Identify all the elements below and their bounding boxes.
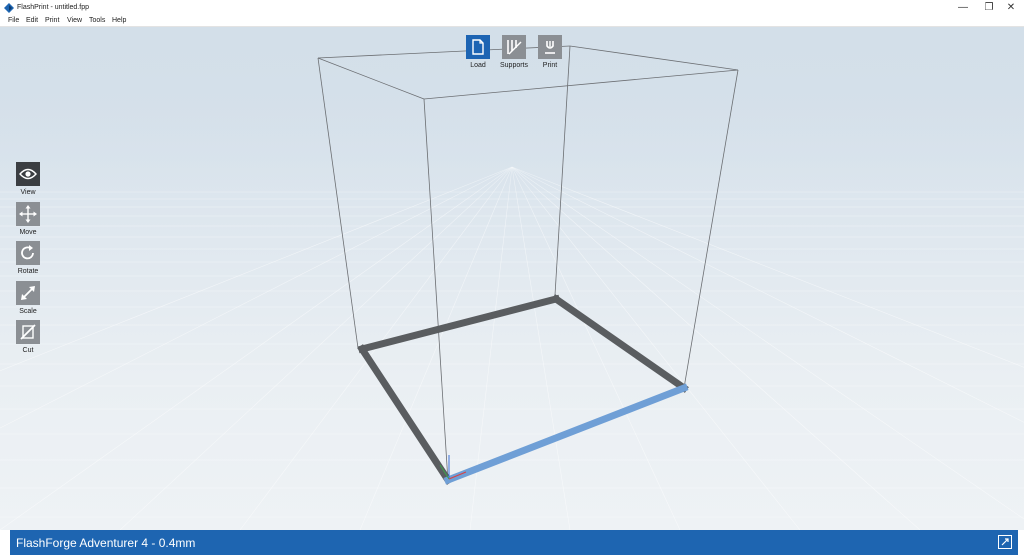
print-icon bbox=[545, 41, 555, 54]
flashprint-logo-icon bbox=[4, 3, 14, 13]
rotate-tool-button[interactable]: Rotate bbox=[8, 241, 48, 276]
print-label: Print bbox=[542, 62, 558, 69]
menu-help[interactable]: Help bbox=[112, 16, 126, 26]
build-volume-scene bbox=[0, 27, 1024, 530]
menu-edit[interactable]: Edit bbox=[26, 16, 38, 26]
menu-print[interactable]: Print bbox=[45, 16, 59, 26]
cut-tool-button[interactable]: Cut bbox=[8, 320, 48, 355]
print-button[interactable]: Print bbox=[530, 35, 570, 70]
scale-icon bbox=[21, 286, 35, 300]
load-button[interactable]: Load bbox=[458, 35, 498, 70]
file-icon bbox=[472, 39, 484, 55]
scale-tool-button[interactable]: Scale bbox=[8, 281, 48, 316]
rotate-tool-label: Rotate bbox=[17, 268, 39, 275]
title-bar: FlashPrint - untitled.fpp — ❐ ✕ bbox=[0, 0, 1024, 16]
view-tool-label: View bbox=[20, 189, 36, 196]
cut-icon bbox=[20, 324, 36, 340]
link-icon[interactable] bbox=[998, 535, 1012, 549]
eye-icon bbox=[19, 168, 37, 180]
view-tool-button[interactable]: View bbox=[8, 162, 48, 197]
window-title: FlashPrint - untitled.fpp bbox=[17, 4, 89, 11]
supports-label: Supports bbox=[499, 62, 529, 69]
menu-view[interactable]: View bbox=[67, 16, 82, 26]
close-button[interactable]: ✕ bbox=[998, 0, 1024, 16]
cut-tool-label: Cut bbox=[22, 347, 34, 354]
scale-tool-label: Scale bbox=[19, 308, 37, 315]
menu-tools[interactable]: Tools bbox=[89, 16, 105, 26]
move-tool-button[interactable]: Move bbox=[8, 202, 48, 237]
minimize-button[interactable]: — bbox=[950, 0, 976, 16]
printer-name: FlashForge Adventurer 4 - 0.4mm bbox=[16, 536, 196, 550]
move-arrows-icon bbox=[19, 205, 37, 223]
rotate-icon bbox=[21, 245, 34, 260]
move-tool-label: Move bbox=[19, 229, 37, 236]
3d-viewport[interactable]: Load Supports Print View Move Rotate Sca… bbox=[0, 27, 1024, 530]
menu-file[interactable]: File bbox=[8, 16, 19, 26]
supports-icon bbox=[507, 40, 522, 55]
menu-bar: File Edit Print View Tools Help bbox=[0, 16, 1024, 27]
status-bar: FlashForge Adventurer 4 - 0.4mm bbox=[10, 530, 1018, 555]
load-label: Load bbox=[470, 62, 486, 69]
supports-button[interactable]: Supports bbox=[494, 35, 534, 70]
